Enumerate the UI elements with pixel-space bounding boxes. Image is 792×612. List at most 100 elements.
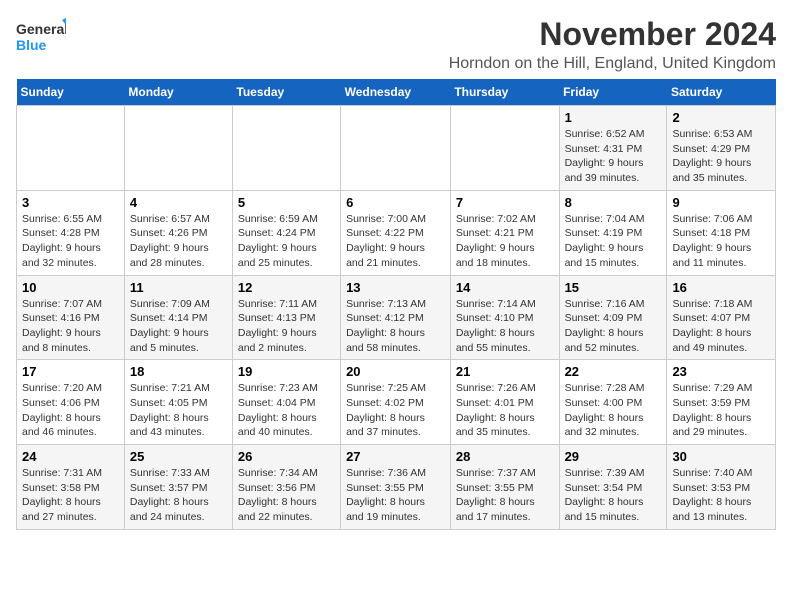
day-number: 26 xyxy=(238,449,335,464)
week-row-1: 1 Sunrise: 6:52 AMSunset: 4:31 PMDaylight… xyxy=(17,106,776,191)
day-number: 24 xyxy=(22,449,119,464)
day-detail: Sunrise: 6:59 AMSunset: 4:24 PMDaylight:… xyxy=(238,212,335,271)
svg-text:Blue: Blue xyxy=(16,37,47,53)
calendar-cell: 27 Sunrise: 7:36 AMSunset: 3:55 PMDayligh… xyxy=(341,445,451,530)
day-number: 3 xyxy=(22,195,119,210)
weekday-header-friday: Friday xyxy=(559,79,667,106)
calendar-cell xyxy=(17,106,125,191)
calendar-cell xyxy=(341,106,451,191)
day-number: 20 xyxy=(346,364,445,379)
day-detail: Sunrise: 7:11 AMSunset: 4:13 PMDaylight:… xyxy=(238,297,335,356)
calendar-cell: 8Sunrise: 7:04 AMSunset: 4:19 PMDaylight… xyxy=(559,190,667,275)
day-number: 9 xyxy=(672,195,770,210)
day-number: 15 xyxy=(565,280,662,295)
day-number: 17 xyxy=(22,364,119,379)
calendar-cell: 24 Sunrise: 7:31 AMSunset: 3:58 PMDayligh… xyxy=(17,445,125,530)
calendar-cell: 19 Sunrise: 7:23 AMSunset: 4:04 PMDayligh… xyxy=(232,360,340,445)
day-detail: Sunrise: 7:39 AMSunset: 3:54 PMDaylight:… xyxy=(565,466,662,525)
week-row-4: 17 Sunrise: 7:20 AMSunset: 4:06 PMDayligh… xyxy=(17,360,776,445)
day-number: 29 xyxy=(565,449,662,464)
day-detail: Sunrise: 7:04 AMSunset: 4:19 PMDaylight:… xyxy=(565,212,662,271)
week-row-2: 3Sunrise: 6:55 AMSunset: 4:28 PMDaylight… xyxy=(17,190,776,275)
day-detail: Sunrise: 7:29 AMSunset: 3:59 PMDaylight:… xyxy=(672,381,770,440)
calendar-cell: 6 Sunrise: 7:00 AMSunset: 4:22 PMDaylight… xyxy=(341,190,451,275)
day-number: 27 xyxy=(346,449,445,464)
calendar-cell: 17 Sunrise: 7:20 AMSunset: 4:06 PMDayligh… xyxy=(17,360,125,445)
calendar-cell: 26 Sunrise: 7:34 AMSunset: 3:56 PMDayligh… xyxy=(232,445,340,530)
header-row: SundayMondayTuesdayWednesdayThursdayFrid… xyxy=(17,79,776,106)
svg-text:General: General xyxy=(16,21,66,37)
day-detail: Sunrise: 7:23 AMSunset: 4:04 PMDaylight:… xyxy=(238,381,335,440)
day-detail: Sunrise: 7:06 AMSunset: 4:18 PMDaylight:… xyxy=(672,212,770,271)
day-number: 4 xyxy=(130,195,227,210)
day-detail: Sunrise: 7:16 AMSunset: 4:09 PMDaylight:… xyxy=(565,297,662,356)
day-number: 30 xyxy=(672,449,770,464)
day-number: 14 xyxy=(456,280,554,295)
calendar-cell: 29 Sunrise: 7:39 AMSunset: 3:54 PMDayligh… xyxy=(559,445,667,530)
day-number: 22 xyxy=(565,364,662,379)
day-number: 6 xyxy=(346,195,445,210)
calendar-cell: 25 Sunrise: 7:33 AMSunset: 3:57 PMDayligh… xyxy=(124,445,232,530)
weekday-header-monday: Monday xyxy=(124,79,232,106)
day-number: 13 xyxy=(346,280,445,295)
calendar-cell: 30 Sunrise: 7:40 AMSunset: 3:53 PMDayligh… xyxy=(667,445,776,530)
calendar-cell: 22 Sunrise: 7:28 AMSunset: 4:00 PMDayligh… xyxy=(559,360,667,445)
day-detail: Sunrise: 7:02 AMSunset: 4:21 PMDaylight:… xyxy=(456,212,554,271)
day-detail: Sunrise: 7:40 AMSunset: 3:53 PMDaylight:… xyxy=(672,466,770,525)
weekday-header-thursday: Thursday xyxy=(450,79,559,106)
calendar-cell: 1 Sunrise: 6:52 AMSunset: 4:31 PMDaylight… xyxy=(559,106,667,191)
day-number: 18 xyxy=(130,364,227,379)
day-number: 5 xyxy=(238,195,335,210)
day-detail: Sunrise: 7:13 AMSunset: 4:12 PMDaylight:… xyxy=(346,297,445,356)
calendar-cell: 10 Sunrise: 7:07 AMSunset: 4:16 PMDayligh… xyxy=(17,275,125,360)
day-number: 12 xyxy=(238,280,335,295)
day-number: 21 xyxy=(456,364,554,379)
calendar-table: SundayMondayTuesdayWednesdayThursdayFrid… xyxy=(16,79,776,530)
calendar-cell: 28Sunrise: 7:37 AMSunset: 3:55 PMDayligh… xyxy=(450,445,559,530)
day-number: 10 xyxy=(22,280,119,295)
day-number: 2 xyxy=(672,110,770,125)
day-detail: Sunrise: 7:14 AMSunset: 4:10 PMDaylight:… xyxy=(456,297,554,356)
day-number: 1 xyxy=(565,110,662,125)
header: General Blue November 2024 Horndon on th… xyxy=(16,16,776,73)
day-detail: Sunrise: 7:33 AMSunset: 3:57 PMDaylight:… xyxy=(130,466,227,525)
location-subtitle: Horndon on the Hill, England, United Kin… xyxy=(449,55,776,73)
day-detail: Sunrise: 7:18 AMSunset: 4:07 PMDaylight:… xyxy=(672,297,770,356)
day-detail: Sunrise: 7:34 AMSunset: 3:56 PMDaylight:… xyxy=(238,466,335,525)
calendar-cell: 3Sunrise: 6:55 AMSunset: 4:28 PMDaylight… xyxy=(17,190,125,275)
day-detail: Sunrise: 6:53 AMSunset: 4:29 PMDaylight:… xyxy=(672,127,770,186)
day-detail: Sunrise: 7:21 AMSunset: 4:05 PMDaylight:… xyxy=(130,381,227,440)
calendar-cell: 20 Sunrise: 7:25 AMSunset: 4:02 PMDayligh… xyxy=(341,360,451,445)
day-detail: Sunrise: 7:36 AMSunset: 3:55 PMDaylight:… xyxy=(346,466,445,525)
calendar-cell: 18 Sunrise: 7:21 AMSunset: 4:05 PMDayligh… xyxy=(124,360,232,445)
calendar-cell: 2 Sunrise: 6:53 AMSunset: 4:29 PMDaylight… xyxy=(667,106,776,191)
calendar-cell: 5 Sunrise: 6:59 AMSunset: 4:24 PMDaylight… xyxy=(232,190,340,275)
calendar-cell xyxy=(124,106,232,191)
logo: General Blue xyxy=(16,16,66,60)
day-detail: Sunrise: 7:37 AMSunset: 3:55 PMDaylight:… xyxy=(456,466,554,525)
day-number: 19 xyxy=(238,364,335,379)
calendar-cell: 12 Sunrise: 7:11 AMSunset: 4:13 PMDayligh… xyxy=(232,275,340,360)
weekday-header-wednesday: Wednesday xyxy=(341,79,451,106)
calendar-cell: 23Sunrise: 7:29 AMSunset: 3:59 PMDayligh… xyxy=(667,360,776,445)
day-detail: Sunrise: 7:09 AMSunset: 4:14 PMDaylight:… xyxy=(130,297,227,356)
day-detail: Sunrise: 7:20 AMSunset: 4:06 PMDaylight:… xyxy=(22,381,119,440)
day-detail: Sunrise: 7:26 AMSunset: 4:01 PMDaylight:… xyxy=(456,381,554,440)
day-detail: Sunrise: 7:31 AMSunset: 3:58 PMDaylight:… xyxy=(22,466,119,525)
day-detail: Sunrise: 7:00 AMSunset: 4:22 PMDaylight:… xyxy=(346,212,445,271)
day-detail: Sunrise: 7:28 AMSunset: 4:00 PMDaylight:… xyxy=(565,381,662,440)
calendar-cell: 11 Sunrise: 7:09 AMSunset: 4:14 PMDayligh… xyxy=(124,275,232,360)
day-number: 7 xyxy=(456,195,554,210)
day-number: 25 xyxy=(130,449,227,464)
weekday-header-sunday: Sunday xyxy=(17,79,125,106)
week-row-5: 24 Sunrise: 7:31 AMSunset: 3:58 PMDayligh… xyxy=(17,445,776,530)
day-detail: Sunrise: 7:25 AMSunset: 4:02 PMDaylight:… xyxy=(346,381,445,440)
calendar-cell: 21 Sunrise: 7:26 AMSunset: 4:01 PMDayligh… xyxy=(450,360,559,445)
title-area: November 2024 Horndon on the Hill, Engla… xyxy=(449,16,776,73)
calendar-cell xyxy=(450,106,559,191)
day-number: 11 xyxy=(130,280,227,295)
calendar-cell: 4Sunrise: 6:57 AMSunset: 4:26 PMDaylight… xyxy=(124,190,232,275)
day-detail: Sunrise: 6:52 AMSunset: 4:31 PMDaylight:… xyxy=(565,127,662,186)
day-detail: Sunrise: 7:07 AMSunset: 4:16 PMDaylight:… xyxy=(22,297,119,356)
calendar-cell xyxy=(232,106,340,191)
